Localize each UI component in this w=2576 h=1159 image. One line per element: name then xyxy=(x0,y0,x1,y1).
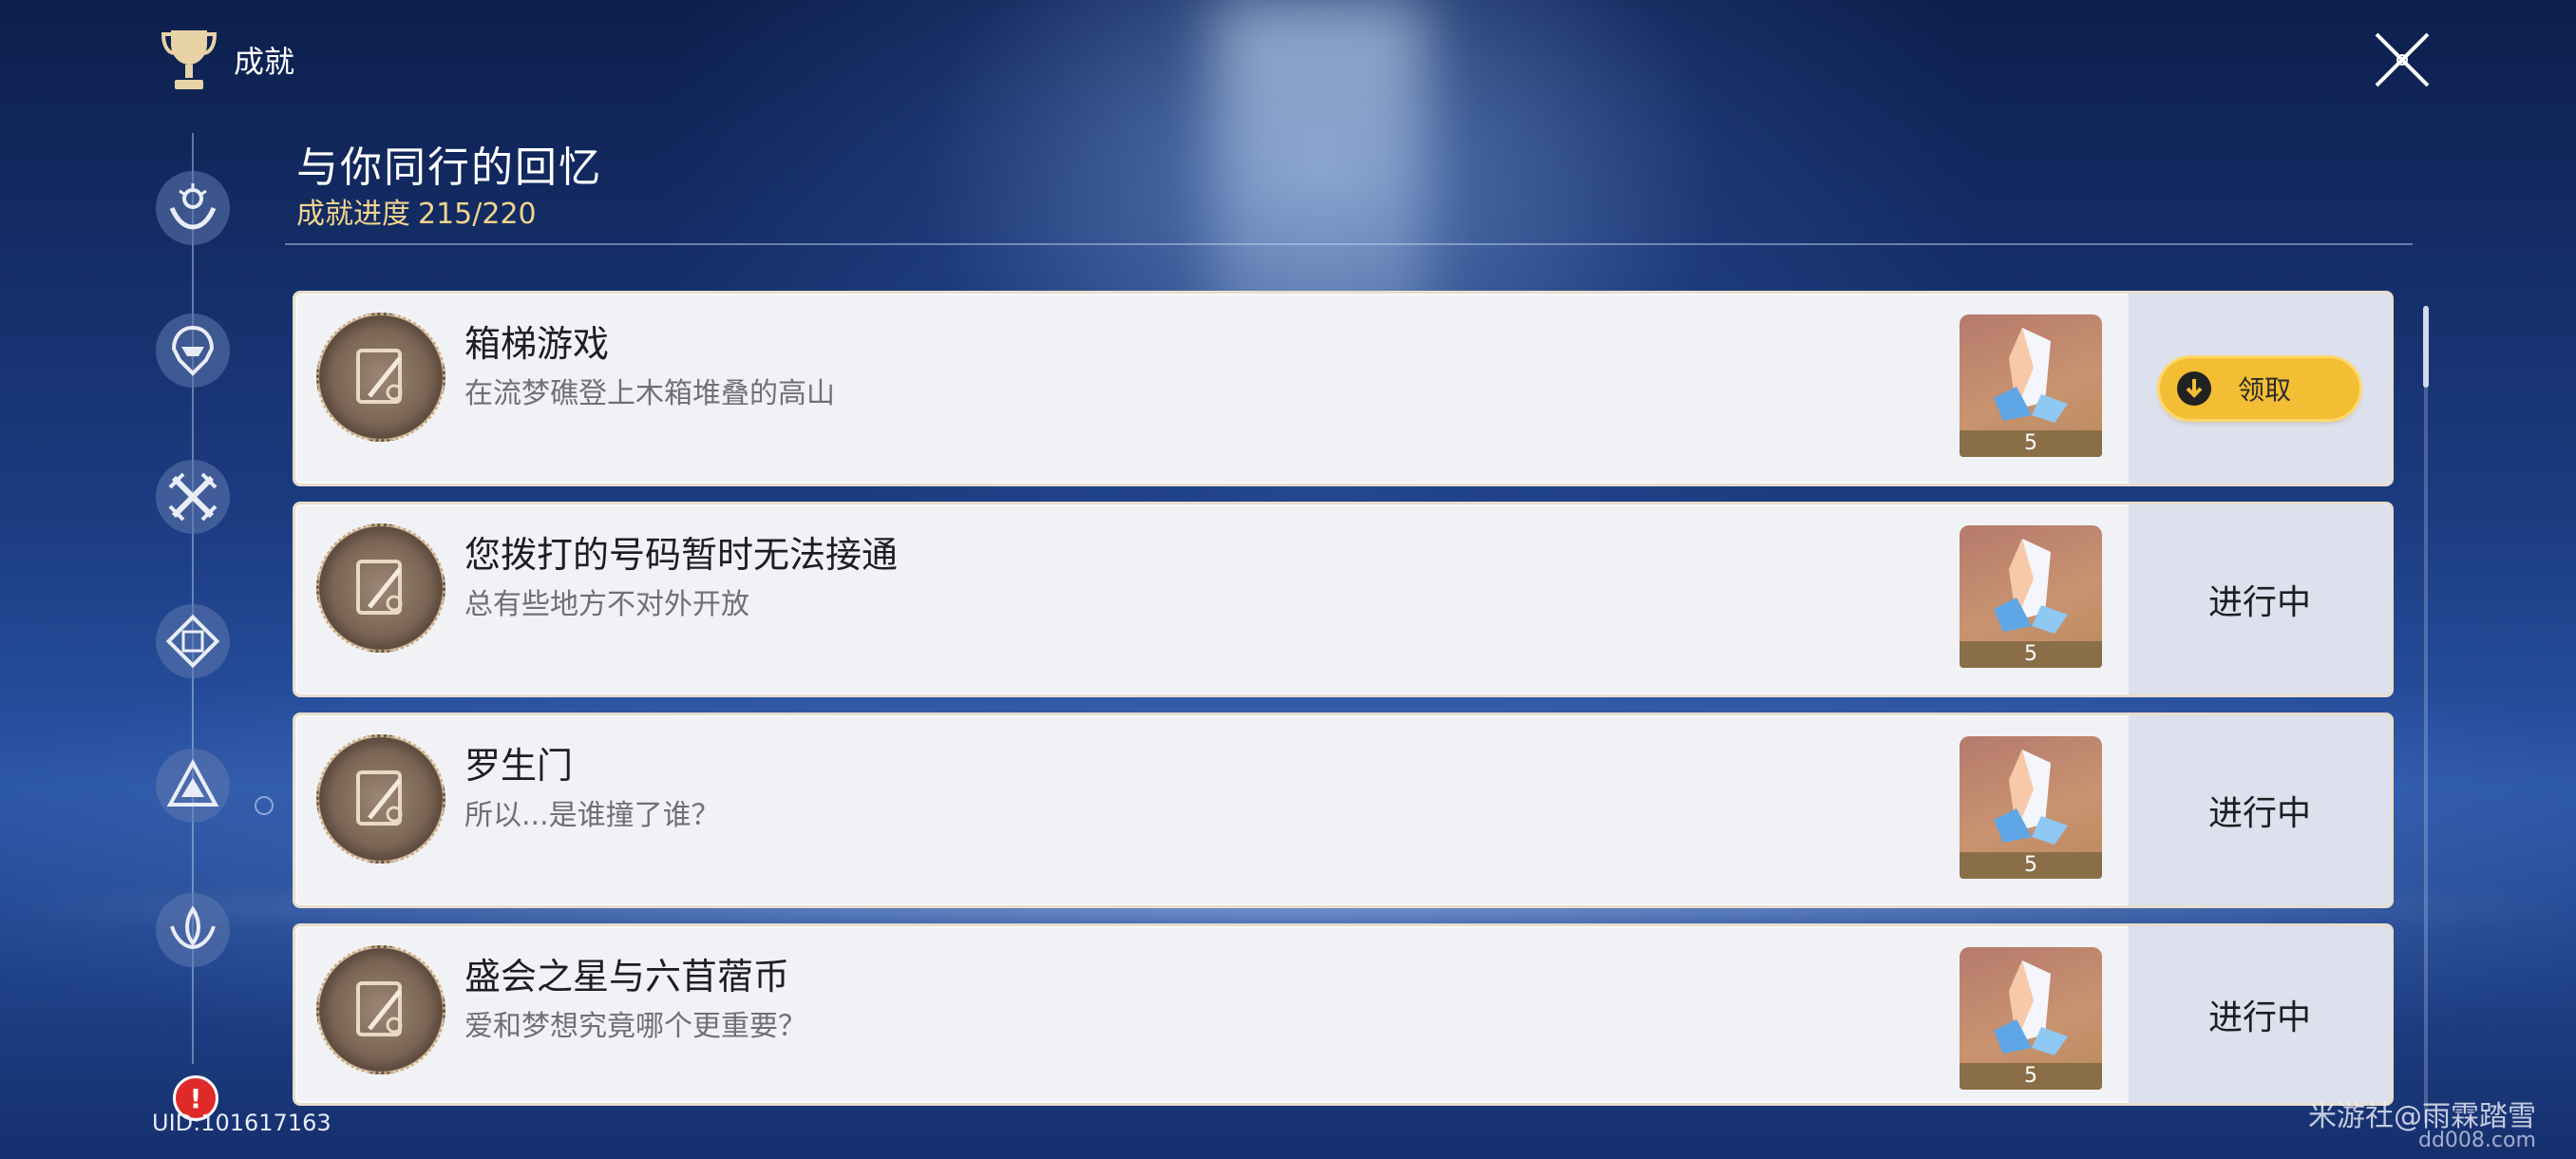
achievement-badge-icon xyxy=(316,313,445,442)
header-title: 成就 xyxy=(234,44,295,80)
crystal-icon xyxy=(1994,328,2068,423)
achievement-title: 罗生门 xyxy=(464,745,574,787)
sidebar-indicator-dot xyxy=(255,796,274,815)
achievement-progress: 成就进度 215/220 xyxy=(296,190,537,232)
sidebar-item-2[interactable] xyxy=(156,314,230,388)
progress-value: 215/220 xyxy=(418,198,537,231)
diamond-emblem-icon xyxy=(165,614,220,669)
reward-item[interactable]: 5 xyxy=(1960,525,2102,668)
page-title: 与你同行的回忆 xyxy=(296,143,602,192)
uid-label: UID:101617163 xyxy=(152,1110,331,1136)
achievement-description: 总有些地方不对外开放 xyxy=(464,588,749,621)
achievement-title: 盛会之星与六苜蓿币 xyxy=(464,956,790,998)
lotus-emblem-icon xyxy=(170,905,216,950)
progress-label: 成就进度 xyxy=(296,198,410,231)
achievement-description: 爱和梦想究竟哪个更重要？ xyxy=(464,1010,806,1043)
divider xyxy=(285,243,2413,245)
achievement-title: 您拨打的号码暂时无法接通 xyxy=(464,534,899,576)
sidebar-item-5[interactable] xyxy=(156,749,230,823)
scroll-quill-icon xyxy=(356,770,403,826)
scrollbar-thumb[interactable] xyxy=(2423,306,2429,388)
triangle-emblem-icon xyxy=(166,758,219,807)
header: 成就 xyxy=(161,27,294,93)
status-in-progress: 进行中 xyxy=(2207,583,2311,622)
close-icon[interactable] xyxy=(2369,27,2435,93)
achievement-description: 在流梦礁登上木箱堆叠的高山 xyxy=(464,377,835,410)
scroll-quill-icon xyxy=(356,981,403,1036)
claim-button[interactable]: 领取 xyxy=(2160,358,2359,419)
claim-label: 领取 xyxy=(2238,374,2292,406)
scrollbar-track[interactable] xyxy=(2424,306,2428,1123)
reward-count: 5 xyxy=(1960,641,2102,668)
reward-item[interactable]: 5 xyxy=(1960,314,2102,457)
status-area: 进行中 xyxy=(2129,504,2391,694)
achievement-card[interactable]: 盛会之星与六苜蓿币 爱和梦想究竟哪个更重要？ 5 进行中 xyxy=(293,923,2394,1106)
achievement-title: 箱梯游戏 xyxy=(464,323,610,365)
achievement-card[interactable]: 箱梯游戏 在流梦礁登上木箱堆叠的高山 5 领取 xyxy=(293,291,2394,486)
download-arrow-icon xyxy=(2177,371,2211,406)
status-in-progress: 进行中 xyxy=(2207,998,2311,1037)
sidebar-item-1[interactable] xyxy=(156,171,230,245)
achievement-badge-icon xyxy=(316,523,445,653)
crystal-icon xyxy=(1994,539,2068,634)
achievement-card[interactable]: 罗生门 所以...是谁撞了谁？ 5 进行中 xyxy=(293,712,2394,908)
reward-item[interactable]: 5 xyxy=(1960,947,2102,1090)
status-area: 领取 xyxy=(2129,294,2391,484)
reward-count: 5 xyxy=(1960,852,2102,879)
hand-emblem-icon xyxy=(169,183,217,230)
reward-count: 5 xyxy=(1960,1063,2102,1090)
reward-item[interactable]: 5 xyxy=(1960,736,2102,879)
status-in-progress: 进行中 xyxy=(2207,794,2311,833)
site-watermark: dd008.com xyxy=(2418,1129,2536,1152)
status-area: 进行中 xyxy=(2129,715,2391,905)
scroll-quill-icon xyxy=(356,349,403,404)
achievement-badge-icon xyxy=(316,945,445,1074)
status-area: 进行中 xyxy=(2129,926,2391,1103)
achievement-description: 所以...是谁撞了谁？ xyxy=(464,799,720,832)
helmet-emblem-icon xyxy=(171,325,215,376)
crossed-swords-icon xyxy=(168,472,218,522)
scroll-quill-icon xyxy=(356,560,403,615)
crystal-icon xyxy=(1994,960,2068,1055)
reward-count: 5 xyxy=(1960,430,2102,457)
sidebar-item-6[interactable] xyxy=(156,893,230,967)
trophy-icon xyxy=(161,30,217,89)
sidebar-item-3[interactable] xyxy=(156,460,230,534)
crystal-icon xyxy=(1994,750,2068,845)
achievement-badge-icon xyxy=(316,734,445,864)
sidebar-item-4[interactable] xyxy=(156,604,230,678)
achievement-card[interactable]: 您拨打的号码暂时无法接通 总有些地方不对外开放 5 进行中 xyxy=(293,502,2394,697)
